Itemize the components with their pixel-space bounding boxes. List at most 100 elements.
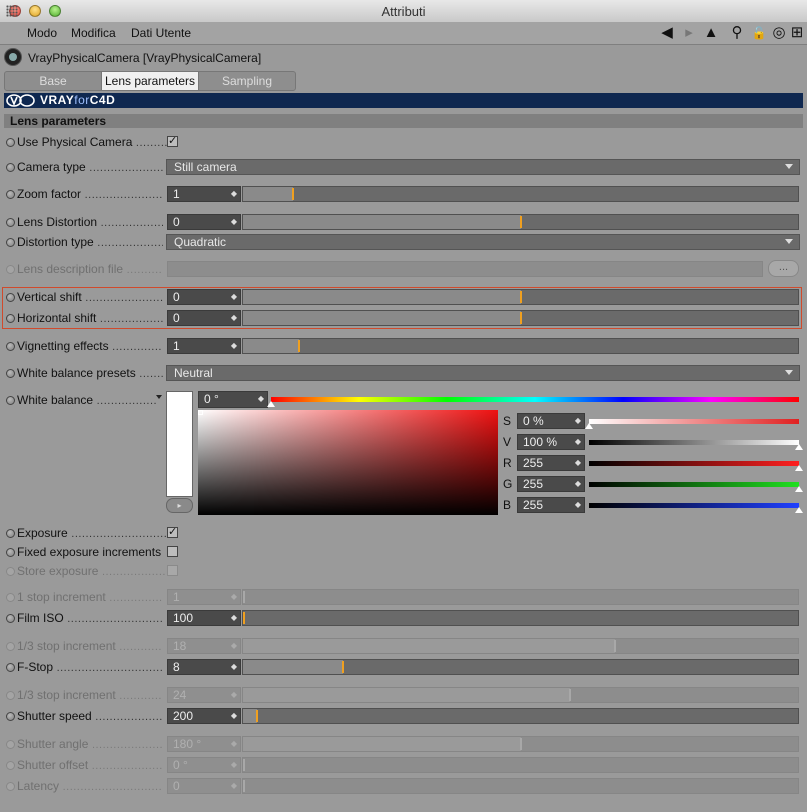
channel-spinner-icon[interactable]: ◆ bbox=[575, 435, 581, 449]
store_exposure-animate-bullet[interactable] bbox=[6, 567, 15, 576]
lens_distortion-input[interactable]: 0 ◆ bbox=[167, 214, 241, 230]
channel-s-handle[interactable] bbox=[585, 423, 593, 429]
exposure-checkbox[interactable]: ✓ bbox=[167, 527, 178, 538]
channel-r-slider[interactable] bbox=[589, 461, 799, 466]
channel-b-input[interactable]: 255 ◆ bbox=[517, 497, 585, 513]
exposure-animate-bullet[interactable] bbox=[6, 529, 15, 538]
film_iso-input[interactable]: 100 ◆ bbox=[167, 610, 241, 626]
white_balance-animate-bullet[interactable] bbox=[6, 396, 15, 405]
lens_distortion-animate-bullet[interactable] bbox=[6, 218, 15, 227]
vignetting_effects-spinner-icon[interactable]: ◆ bbox=[231, 339, 237, 353]
channel-b-handle[interactable] bbox=[795, 507, 803, 513]
zoom_factor-animate-bullet[interactable] bbox=[6, 190, 15, 199]
zoom_factor-slider-handle[interactable] bbox=[291, 188, 294, 200]
channel-v-handle[interactable] bbox=[795, 444, 803, 450]
arrow-left-icon[interactable]: ◀ bbox=[658, 24, 676, 42]
vertical_shift-input[interactable]: 0 ◆ bbox=[167, 289, 241, 305]
third_stop_increment_a-animate-bullet[interactable] bbox=[6, 642, 15, 651]
channel-g-handle[interactable] bbox=[795, 486, 803, 492]
channel-spinner-icon[interactable]: ◆ bbox=[575, 498, 581, 512]
stop_increment_1-animate-bullet[interactable] bbox=[6, 593, 15, 602]
lens_distortion-slider-handle[interactable] bbox=[519, 216, 522, 228]
lock-icon[interactable]: 🔓 bbox=[750, 24, 768, 42]
channel-s-input[interactable]: 0 % ◆ bbox=[517, 413, 585, 429]
horizontal_shift-slider-handle[interactable] bbox=[519, 312, 522, 324]
third_stop_increment_b-animate-bullet[interactable] bbox=[6, 691, 15, 700]
shutter_speed-slider[interactable] bbox=[242, 708, 799, 724]
zoom_factor-input[interactable]: 1 ◆ bbox=[167, 186, 241, 202]
lens_distortion-spinner-icon[interactable]: ◆ bbox=[231, 215, 237, 229]
vertical_shift-animate-bullet[interactable] bbox=[6, 293, 15, 302]
channel-s-slider[interactable] bbox=[589, 419, 799, 424]
vertical_shift-slider-handle[interactable] bbox=[519, 291, 522, 303]
distortion_type-animate-bullet[interactable] bbox=[6, 238, 15, 247]
browse-file-button[interactable]: ... bbox=[768, 260, 799, 277]
channel-r-handle[interactable] bbox=[795, 465, 803, 471]
shutter_speed-spinner-icon[interactable]: ◆ bbox=[231, 709, 237, 723]
tab-lens-parameters[interactable]: Lens parameters bbox=[102, 72, 199, 90]
arrow-up-icon[interactable]: ▲ bbox=[702, 24, 720, 42]
white-balance-swatch[interactable] bbox=[166, 391, 193, 497]
fixed_exposure_increments-animate-bullet[interactable] bbox=[6, 548, 15, 557]
film_iso-slider[interactable] bbox=[242, 610, 799, 626]
f_stop-spinner-icon[interactable]: ◆ bbox=[231, 660, 237, 674]
use_physical_camera-animate-bullet[interactable] bbox=[6, 138, 15, 147]
lens_description_file-animate-bullet[interactable] bbox=[6, 265, 15, 274]
horizontal_shift-slider[interactable] bbox=[242, 310, 799, 326]
saturation-value-picker[interactable] bbox=[198, 410, 498, 515]
white_balance_presets-dropdown[interactable]: Neutral bbox=[166, 365, 800, 381]
vertical_shift-spinner-icon[interactable]: ◆ bbox=[231, 290, 237, 304]
horizontal_shift-animate-bullet[interactable] bbox=[6, 314, 15, 323]
f_stop-animate-bullet[interactable] bbox=[6, 663, 15, 672]
distortion_type-dropdown[interactable]: Quadratic bbox=[166, 234, 800, 250]
search-icon[interactable]: ⚲ bbox=[728, 24, 746, 42]
hue-spinner-icon[interactable]: ◆ bbox=[258, 392, 264, 406]
menu-modifica[interactable]: Modifica bbox=[71, 26, 116, 40]
grip-icon[interactable] bbox=[6, 5, 18, 17]
picker-cursor[interactable] bbox=[198, 410, 203, 415]
f_stop-slider[interactable] bbox=[242, 659, 799, 675]
tab-sampling[interactable]: Sampling bbox=[199, 72, 295, 90]
channel-spinner-icon[interactable]: ◆ bbox=[575, 414, 581, 428]
channel-v-input[interactable]: 100 % ◆ bbox=[517, 434, 585, 450]
f_stop-input[interactable]: 8 ◆ bbox=[167, 659, 241, 675]
shutter_angle-animate-bullet[interactable] bbox=[6, 740, 15, 749]
vignetting_effects-input[interactable]: 1 ◆ bbox=[167, 338, 241, 354]
zoom_factor-spinner-icon[interactable]: ◆ bbox=[231, 187, 237, 201]
horizontal_shift-input[interactable]: 0 ◆ bbox=[167, 310, 241, 326]
channel-b-slider[interactable] bbox=[589, 503, 799, 508]
channel-r-input[interactable]: 255 ◆ bbox=[517, 455, 585, 471]
menu-dati-utente[interactable]: Dati Utente bbox=[131, 26, 191, 40]
channel-g-input[interactable]: 255 ◆ bbox=[517, 476, 585, 492]
white_balance_presets-animate-bullet[interactable] bbox=[6, 369, 15, 378]
film_iso-spinner-icon[interactable]: ◆ bbox=[231, 611, 237, 625]
white-balance-menu-icon[interactable] bbox=[156, 395, 162, 399]
channel-spinner-icon[interactable]: ◆ bbox=[575, 477, 581, 491]
menu-modo[interactable]: Modo bbox=[27, 26, 57, 40]
vertical_shift-slider[interactable] bbox=[242, 289, 799, 305]
tab-base[interactable]: Base bbox=[5, 72, 102, 90]
shutter_speed-animate-bullet[interactable] bbox=[6, 712, 15, 721]
camera_type-dropdown[interactable]: Still camera bbox=[166, 159, 800, 175]
vignetting_effects-slider-handle[interactable] bbox=[297, 340, 300, 352]
vignetting_effects-slider[interactable] bbox=[242, 338, 799, 354]
channel-g-slider[interactable] bbox=[589, 482, 799, 487]
target-icon[interactable]: ◎ bbox=[770, 24, 788, 42]
channel-v-slider[interactable] bbox=[589, 440, 799, 445]
hue-slider[interactable] bbox=[271, 397, 799, 402]
add-icon[interactable]: ⊞ bbox=[788, 24, 806, 42]
fixed_exposure_increments-checkbox[interactable] bbox=[167, 546, 178, 557]
f_stop-slider-handle[interactable] bbox=[341, 661, 344, 673]
latency-animate-bullet[interactable] bbox=[6, 782, 15, 791]
vignetting_effects-animate-bullet[interactable] bbox=[6, 342, 15, 351]
hue-slider-handle[interactable] bbox=[267, 401, 275, 407]
hue-input[interactable]: 0 ° ◆ bbox=[198, 391, 268, 408]
film_iso-animate-bullet[interactable] bbox=[6, 614, 15, 623]
use_physical_camera-checkbox[interactable]: ✓ bbox=[167, 136, 178, 147]
swatch-expand-button[interactable]: ▸ bbox=[166, 498, 193, 513]
horizontal_shift-spinner-icon[interactable]: ◆ bbox=[231, 311, 237, 325]
shutter_speed-input[interactable]: 200 ◆ bbox=[167, 708, 241, 724]
shutter_speed-slider-handle[interactable] bbox=[255, 710, 258, 722]
channel-spinner-icon[interactable]: ◆ bbox=[575, 456, 581, 470]
camera_type-animate-bullet[interactable] bbox=[6, 163, 15, 172]
